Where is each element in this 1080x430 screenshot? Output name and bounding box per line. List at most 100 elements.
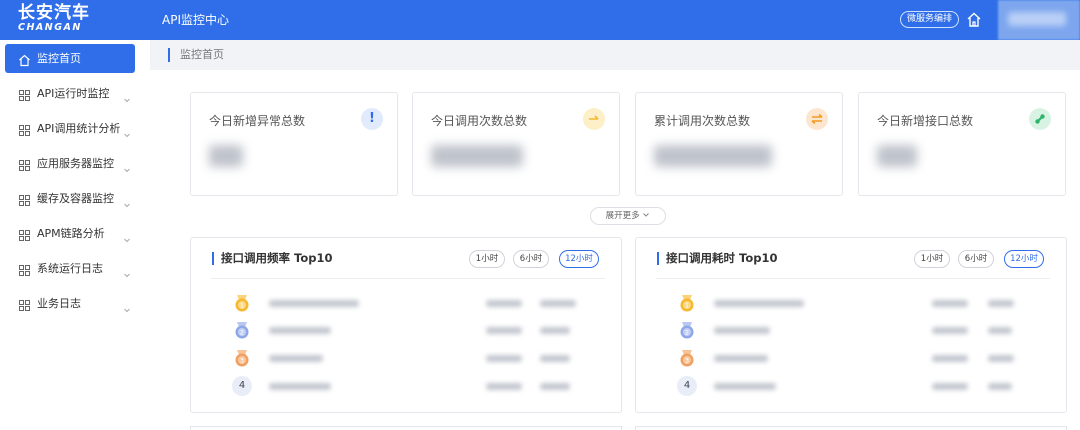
range-6h-button[interactable]: 6小时 — [513, 250, 549, 268]
bronze-medal-icon: 3 — [232, 348, 252, 368]
sidebar-item-system-log[interactable]: 系统运行日志 — [5, 254, 135, 283]
grid-icon — [18, 262, 31, 276]
home-icon[interactable] — [964, 10, 984, 30]
user-avatar-area[interactable] — [998, 0, 1080, 40]
logo[interactable]: 长安汽车 CHANGAN — [18, 4, 128, 36]
api-name-blurred — [269, 355, 323, 362]
api-name-blurred — [269, 327, 331, 334]
range-1h-button[interactable]: 1小时 — [469, 250, 505, 268]
app-name-blurred — [932, 327, 968, 334]
app-name-blurred — [932, 300, 968, 307]
sidebar-item-apm[interactable]: APM链路分析 — [5, 219, 135, 248]
api-name-blurred — [269, 300, 359, 307]
sidebar-item-api-stats[interactable]: API调用统计分析 — [5, 114, 135, 143]
chevron-down-icon — [123, 299, 131, 313]
latency-blurred — [988, 327, 1012, 334]
sidebar-item-label: API运行时监控 — [37, 87, 110, 100]
sidebar-item-label: API调用统计分析 — [37, 122, 121, 135]
app-name-blurred — [932, 355, 968, 362]
svg-text:2: 2 — [240, 329, 244, 337]
svg-text:1: 1 — [240, 302, 244, 310]
sidebar-item-label: 系统运行日志 — [37, 262, 103, 275]
latency-blurred — [988, 383, 1012, 390]
stat-card-calls-today: 今日调用次数总数 — [412, 92, 620, 196]
sidebar-item-api-runtime[interactable]: API运行时监控 — [5, 79, 135, 108]
stat-card-new-apis: 今日新增接口总数 — [858, 92, 1066, 196]
panel-divider — [211, 278, 605, 279]
api-name-blurred — [714, 327, 770, 334]
rank-4-badge: 4 — [677, 376, 697, 396]
chevron-down-icon — [123, 159, 131, 173]
chevron-down-icon — [123, 194, 131, 208]
sidebar-item-cache-container[interactable]: 缓存及容器监控 — [5, 184, 135, 213]
panel-title: 接口调用耗时 Top10 — [666, 251, 778, 265]
range-12h-button[interactable]: 12小时 — [1004, 250, 1044, 268]
panel-divider — [656, 278, 1050, 279]
breadcrumb-marker — [168, 48, 170, 62]
stat-title: 累计调用次数总数 — [654, 114, 751, 128]
stat-title: 今日新增接口总数 — [877, 114, 974, 128]
svg-text:2: 2 — [685, 329, 689, 337]
chevron-down-icon — [123, 124, 131, 138]
panel-call-frequency-top10: 接口调用频率 Top10 1小时 6小时 12小时 1 2 3 4 — [190, 237, 622, 413]
count-blurred — [540, 327, 570, 334]
swap-icon — [806, 108, 828, 130]
api-name-blurred — [714, 355, 768, 362]
microservice-orchestration-button[interactable]: 微服务编排 — [900, 11, 960, 28]
sidebar-item-business-log[interactable]: 业务日志 — [5, 289, 135, 318]
panel-lower-left — [190, 426, 622, 430]
latency-blurred — [988, 300, 1014, 307]
stat-value-blurred — [431, 145, 523, 167]
api-name-blurred — [269, 383, 331, 390]
app-title: API监控中心 — [162, 13, 229, 27]
breadcrumb-current[interactable]: 监控首页 — [180, 48, 224, 62]
grid-icon — [18, 192, 31, 206]
app-name-blurred — [486, 327, 522, 334]
range-12h-button[interactable]: 12小时 — [559, 250, 599, 268]
chevron-down-icon — [123, 229, 131, 243]
sidebar-item-label: APM链路分析 — [37, 227, 105, 240]
sidebar-item-label: 应用服务器监控 — [37, 157, 114, 170]
rank-4-badge: 4 — [232, 376, 252, 396]
sidebar: 监控首页 API运行时监控 API调用统计分析 应用服务器监控 缓存及容器监控 … — [0, 40, 150, 430]
svg-text:3: 3 — [685, 357, 689, 365]
bronze-medal-icon: 3 — [677, 348, 697, 368]
silver-medal-icon: 2 — [232, 320, 252, 340]
grid-icon — [18, 87, 31, 101]
sidebar-item-home[interactable]: 监控首页 — [5, 44, 135, 73]
stat-card-total-calls: 累计调用次数总数 — [635, 92, 843, 196]
panel-title: 接口调用频率 Top10 — [221, 251, 333, 265]
count-blurred — [540, 355, 570, 362]
app-name-blurred — [932, 383, 968, 390]
stat-title: 今日新增异常总数 — [209, 114, 306, 128]
chevron-down-icon — [123, 264, 131, 278]
breadcrumb: 监控首页 — [150, 40, 1080, 70]
stat-value-blurred — [654, 145, 772, 167]
app-name-blurred — [486, 300, 522, 307]
stat-value-blurred — [209, 145, 243, 167]
top-bar: 长安汽车 CHANGAN API监控中心 微服务编排 — [0, 0, 1080, 40]
sidebar-item-app-server[interactable]: 应用服务器监控 — [5, 149, 135, 178]
grid-icon — [18, 297, 31, 311]
count-blurred — [540, 383, 570, 390]
range-1h-button[interactable]: 1小时 — [914, 250, 950, 268]
link-icon — [1029, 108, 1051, 130]
count-blurred — [540, 300, 576, 307]
chevron-down-icon — [642, 211, 650, 221]
svg-text:1: 1 — [685, 302, 689, 310]
expand-more-button[interactable]: 展开更多 — [590, 207, 666, 225]
panel-title-marker — [212, 252, 214, 265]
chevron-down-icon — [123, 89, 131, 103]
sidebar-item-label: 缓存及容器监控 — [37, 192, 114, 205]
arrow-right-icon — [583, 108, 605, 130]
stat-title: 今日调用次数总数 — [431, 114, 528, 128]
main-content: 今日新增异常总数 ! 今日调用次数总数 累计调用次数总数 今日新增接口总数 展开… — [150, 70, 1080, 430]
stat-card-new-exceptions: 今日新增异常总数 ! — [190, 92, 398, 196]
stat-value-blurred — [877, 145, 917, 167]
grid-icon — [18, 122, 31, 136]
range-6h-button[interactable]: 6小时 — [958, 250, 994, 268]
logo-cn-text: 长安汽车 — [18, 3, 90, 23]
exclamation-icon: ! — [361, 108, 383, 130]
gold-medal-icon: 1 — [232, 293, 252, 313]
api-name-blurred — [714, 300, 804, 307]
